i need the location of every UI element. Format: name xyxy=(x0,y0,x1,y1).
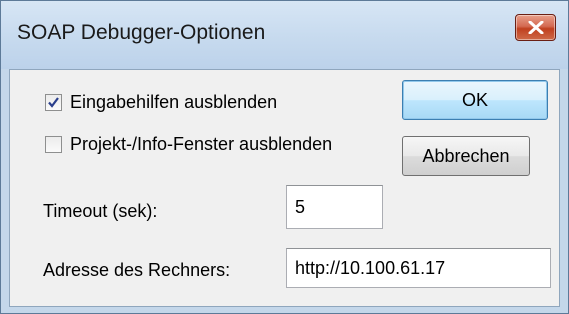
timeout-label: Timeout (sek): xyxy=(43,201,158,221)
cancel-button[interactable]: Abbrechen xyxy=(402,136,530,176)
timeout-input[interactable]: 5 xyxy=(286,185,383,229)
checkmark-icon xyxy=(48,97,59,108)
hide-project-info-label: Projekt-/Info-Fenster ausblenden xyxy=(70,134,333,154)
address-input[interactable]: http://10.100.61.17 xyxy=(286,248,551,288)
hide-input-aids-option[interactable]: Eingabehilfen ausblenden xyxy=(45,92,277,113)
hide-project-info-option[interactable]: Projekt-/Info-Fenster ausblenden xyxy=(45,134,332,155)
ok-button[interactable]: OK xyxy=(402,80,548,120)
window-title: SOAP Debugger-Optionen xyxy=(17,21,266,44)
hide-input-aids-checkbox[interactable] xyxy=(45,94,62,111)
address-label: Adresse des Rechners: xyxy=(43,260,231,280)
close-icon xyxy=(528,21,544,34)
hide-project-info-checkbox[interactable] xyxy=(45,136,62,153)
dialog-content: Eingabehilfen ausblenden Projekt-/Info-F… xyxy=(9,69,560,307)
close-button[interactable] xyxy=(515,14,556,41)
hide-input-aids-label: Eingabehilfen ausblenden xyxy=(70,92,278,112)
title-bar[interactable]: SOAP Debugger-Optionen xyxy=(1,1,568,69)
dialog-window: SOAP Debugger-Optionen Eingabehilfen aus… xyxy=(0,0,569,314)
